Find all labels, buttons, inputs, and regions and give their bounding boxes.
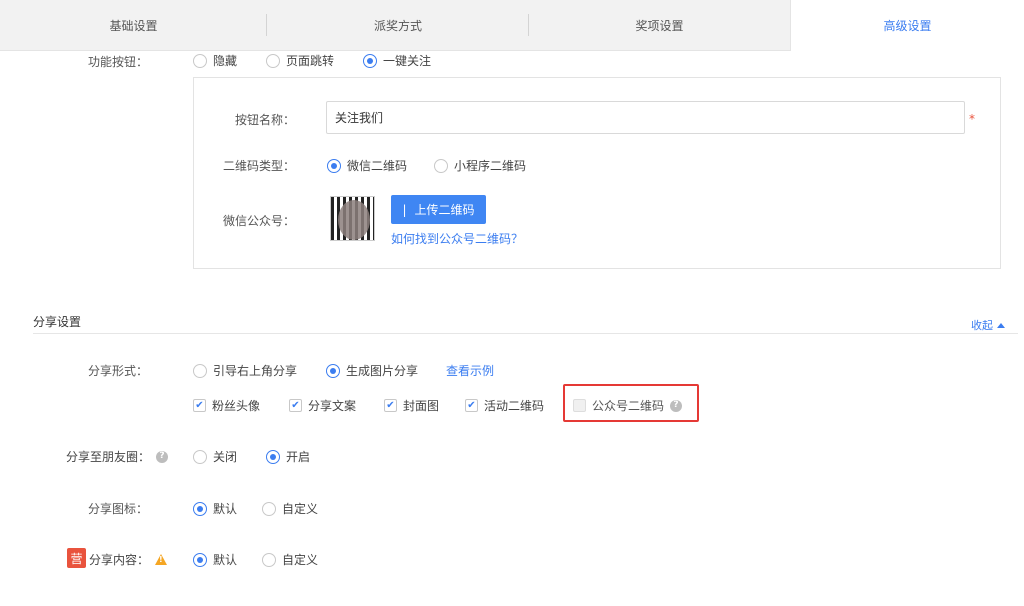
required-mark: * [969,112,975,126]
caret-up-icon [997,322,1005,328]
qr-type-label: 二维码类型： [222,159,295,173]
radio-circle [193,449,207,464]
checkbox-checked: ✔ [384,399,397,412]
radio-circle [193,363,207,378]
radio-icon-default-label: 默认 [213,502,238,516]
radio-wechat-qr[interactable]: 微信二维码 [327,157,407,174]
tab-award-method[interactable]: 派奖方式 [267,0,529,50]
content-label-group: 分享内容： [89,551,168,568]
function-button-label: 功能按钮： [87,55,148,69]
checkbox-cover-image[interactable]: ✔ 封面图 [384,397,439,414]
radio-guide-share-label: 引导右上角分享 [213,364,298,378]
radio-miniprogram-qr-label: 小程序二维码 [454,159,527,173]
checkbox-cover-image-label: 封面图 [403,399,440,413]
highlight-box [563,384,699,422]
radio-circle-selected [326,363,340,378]
checkbox-checked: ✔ [193,399,206,412]
radio-circle [193,53,207,68]
radio-circle-selected [363,53,377,68]
radio-page-jump-label: 页面跳转 [286,54,335,68]
radio-hide-label: 隐藏 [213,54,238,68]
radio-content-default[interactable]: 默认 [193,551,237,568]
official-account-label: 微信公众号： [222,214,295,228]
radio-circle [434,158,448,173]
radio-moments-off[interactable]: 关闭 [193,448,237,465]
checkbox-share-copy[interactable]: ✔ 分享文案 [289,397,356,414]
share-form-label: 分享形式： [87,364,148,378]
radio-one-click-follow[interactable]: 一键关注 [363,52,431,69]
radio-moments-off-label: 关闭 [213,450,238,464]
radio-miniprogram-qr[interactable]: 小程序二维码 [434,157,526,174]
upload-qr-button[interactable]: | 上传二维码 [391,195,486,224]
share-moments-label: 分享至朋友圈： [66,450,151,464]
moments-label-group: 分享至朋友圈： ? [66,448,169,465]
qr-code-blur [338,200,370,240]
radio-icon-custom[interactable]: 自定义 [262,500,318,517]
radio-one-click-follow-label: 一键关注 [383,54,432,68]
radio-content-custom-label: 自定义 [282,553,319,567]
checkbox-fan-avatar[interactable]: ✔ 粉丝头像 [193,397,260,414]
radio-moments-on-label: 开启 [286,450,311,464]
collapse-label: 收起 [971,319,993,332]
radio-circle-selected [193,552,207,567]
tab-bar: 基础设置 派奖方式 奖项设置 高级设置 [0,0,1024,51]
section-divider [33,333,1018,334]
radio-circle-selected [327,158,341,173]
checkbox-activity-qr-label: 活动二维码 [484,399,545,413]
button-name-label: 按钮名称： [234,113,295,127]
collapse-toggle[interactable]: 收起 [971,317,1005,333]
radio-icon-default[interactable]: 默认 [193,500,237,517]
view-example-link[interactable]: 查看示例 [446,362,494,379]
radio-circle [266,53,280,68]
warning-icon [155,554,168,565]
radio-hide[interactable]: 隐藏 [193,52,237,69]
upload-qr-button-label: 上传二维码 [414,203,475,217]
help-icon[interactable]: ? [156,450,169,463]
radio-circle-selected [266,449,280,464]
radio-circle [262,501,276,516]
tab-basic-settings[interactable]: 基础设置 [0,0,267,50]
radio-circle-selected [193,501,207,516]
radio-moments-on[interactable]: 开启 [266,448,310,465]
marketing-badge: 营 [67,548,86,568]
checkbox-checked: ✔ [465,399,478,412]
radio-icon-custom-label: 自定义 [282,502,319,516]
tab-prize-settings[interactable]: 奖项设置 [529,0,790,50]
radio-image-share[interactable]: 生成图片分享 [326,362,418,379]
button-name-input[interactable] [326,101,965,134]
checkbox-share-copy-label: 分享文案 [308,399,357,413]
share-content-label: 分享内容： [89,553,150,567]
radio-guide-share[interactable]: 引导右上角分享 [193,362,297,379]
upload-icon: | [402,202,407,217]
checkbox-checked: ✔ [289,399,302,412]
how-to-find-qr-link[interactable]: 如何找到公众号二维码？ [391,230,523,247]
radio-image-share-label: 生成图片分享 [346,364,419,378]
tab-advanced-settings[interactable]: 高级设置 [790,0,1024,51]
share-settings-title: 分享设置 [33,315,82,329]
radio-circle [262,552,276,567]
radio-wechat-qr-label: 微信二维码 [347,159,408,173]
share-icon-label: 分享图标： [87,502,148,516]
checkbox-activity-qr[interactable]: ✔ 活动二维码 [465,397,544,414]
radio-content-custom[interactable]: 自定义 [262,551,318,568]
checkbox-fan-avatar-label: 粉丝头像 [212,399,261,413]
radio-page-jump[interactable]: 页面跳转 [266,52,334,69]
radio-content-default-label: 默认 [213,553,238,567]
